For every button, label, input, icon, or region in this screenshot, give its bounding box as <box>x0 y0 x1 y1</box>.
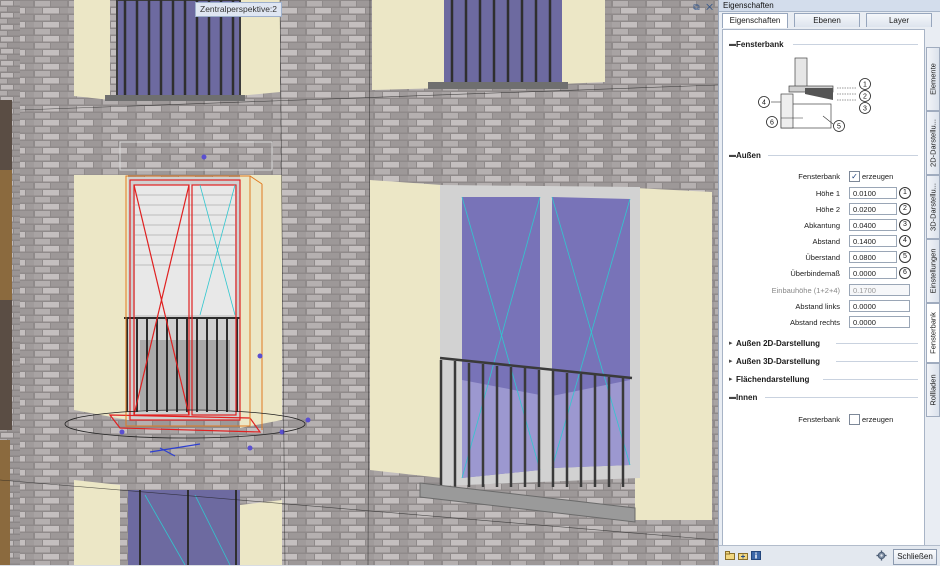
row-hoehe1: Höhe 1 0.0100 1 <box>723 187 924 201</box>
badge-4: 4 <box>899 235 911 247</box>
collapse-arrow-icon: ▬ <box>729 394 736 401</box>
window-main <box>419 185 640 523</box>
fensterbank-innen-checkbox[interactable] <box>849 414 860 425</box>
side-tab-3d[interactable]: 3D-Darstellu... <box>926 175 940 239</box>
settings-gear-icon[interactable] <box>876 550 887 561</box>
expand-arrow-icon: ▸ <box>729 376 733 383</box>
section-flaechendarstellung[interactable]: ▸ Flächendarstellung <box>723 373 924 386</box>
perspective-viewport[interactable]: Zentralperspektive:2 ⧉ ✕ <box>0 0 718 565</box>
row-abstand-rechts: Abstand rechts 0.0000 <box>723 316 924 330</box>
tab-ebenen[interactable]: Ebenen <box>794 13 860 27</box>
ueberstand-input[interactable]: 0.0800 <box>849 251 897 263</box>
info-icon[interactable] <box>751 551 761 560</box>
expand-arrow-icon: ▸ <box>729 340 733 347</box>
badge-2: 2 <box>899 203 911 215</box>
close-button[interactable]: Schließen <box>893 549 937 565</box>
collapse-arrow-icon: ▬ <box>729 152 736 159</box>
badge-5: 5 <box>899 251 911 263</box>
diagram-label-6: 6 <box>770 120 774 127</box>
viewport-window-controls[interactable]: ⧉ ✕ <box>693 2 715 13</box>
panel-title: Eigenschaften <box>719 0 940 12</box>
side-tab-fensterbank[interactable]: Fensterbank <box>926 303 940 363</box>
diagram-label-5: 5 <box>837 124 841 131</box>
section-aussen-2d[interactable]: ▸ Außen 2D-Darstellung <box>723 337 924 350</box>
abkantung-input[interactable]: 0.0400 <box>849 219 897 231</box>
open-favorite-icon[interactable] <box>725 551 735 560</box>
tab-eigenschaften[interactable]: Eigenschaften <box>722 13 788 28</box>
hoehe2-input[interactable]: 0.0200 <box>849 203 897 215</box>
row-einbauhoehe: Einbauhöhe (1+2+4) 0.1700 <box>723 284 924 298</box>
einbauhoehe-field: 0.1700 <box>849 284 910 296</box>
section-innen[interactable]: ▬ Innen <box>723 391 924 404</box>
section-aussen[interactable]: ▬ Außen <box>723 149 924 162</box>
tab-layer[interactable]: Layer <box>866 13 932 27</box>
side-tab-einstellungen[interactable]: Einstellungen <box>926 239 940 303</box>
diagram-label-2: 2 <box>863 94 867 101</box>
properties-panel: Eigenschaften Eigenschaften Ebenen Layer… <box>718 0 940 566</box>
viewport-label: Zentralperspektive:2 <box>195 2 283 17</box>
row-fensterbank-aussen: Fensterbank ✓ erzeugen <box>798 171 894 182</box>
window-upper-right <box>428 0 568 89</box>
panel-tabs: Eigenschaften Ebenen Layer <box>722 13 932 28</box>
abstand-rechts-input[interactable]: 0.0000 <box>849 316 910 328</box>
badge-3: 3 <box>899 219 911 231</box>
section-fensterbank[interactable]: ▬ Fensterbank <box>723 38 924 51</box>
properties-content: ▬ Fensterbank 1 2 3 4 5 6 ▬ Außen Fenste… <box>722 29 925 546</box>
row-abkantung: Abkantung 0.0400 3 <box>723 219 924 233</box>
diagram-label-1: 1 <box>863 82 867 89</box>
side-tab-elemente[interactable]: Elemente <box>926 47 940 111</box>
panel-footer: Schließen <box>719 545 940 566</box>
abstand-links-input[interactable]: 0.0000 <box>849 300 910 312</box>
collapse-arrow-icon: ▬ <box>729 41 736 48</box>
badge-6: 6 <box>899 267 911 279</box>
row-ueberbindemass: Überbindemaß 0.0000 6 <box>723 267 924 281</box>
badge-1: 1 <box>899 187 911 199</box>
row-ueberstand: Überstand 0.0800 5 <box>723 251 924 265</box>
expand-arrow-icon: ▸ <box>729 358 733 365</box>
row-abstand: Abstand 0.1400 4 <box>723 235 924 249</box>
save-favorite-icon[interactable] <box>738 551 748 560</box>
hoehe1-input[interactable]: 0.0100 <box>849 187 897 199</box>
abstand-input[interactable]: 0.1400 <box>849 235 897 247</box>
sill-diagram: 1 2 3 4 5 6 <box>758 57 871 132</box>
ueberbindemass-input[interactable]: 0.0000 <box>849 267 897 279</box>
building-facade-render <box>0 0 718 565</box>
row-abstand-links: Abstand links 0.0000 <box>723 300 924 314</box>
diagram-label-4: 4 <box>762 100 766 107</box>
row-hoehe2: Höhe 2 0.0200 2 <box>723 203 924 217</box>
diagram-label-3: 3 <box>863 106 867 113</box>
row-fensterbank-innen: Fensterbank erzeugen <box>798 414 894 425</box>
fensterbank-aussen-checkbox[interactable]: ✓ <box>849 171 860 182</box>
side-tab-rollladen[interactable]: Rollladen <box>926 363 940 417</box>
side-tab-2d[interactable]: 2D-Darstellu... <box>926 111 940 175</box>
section-aussen-3d[interactable]: ▸ Außen 3D-Darstellung <box>723 355 924 368</box>
